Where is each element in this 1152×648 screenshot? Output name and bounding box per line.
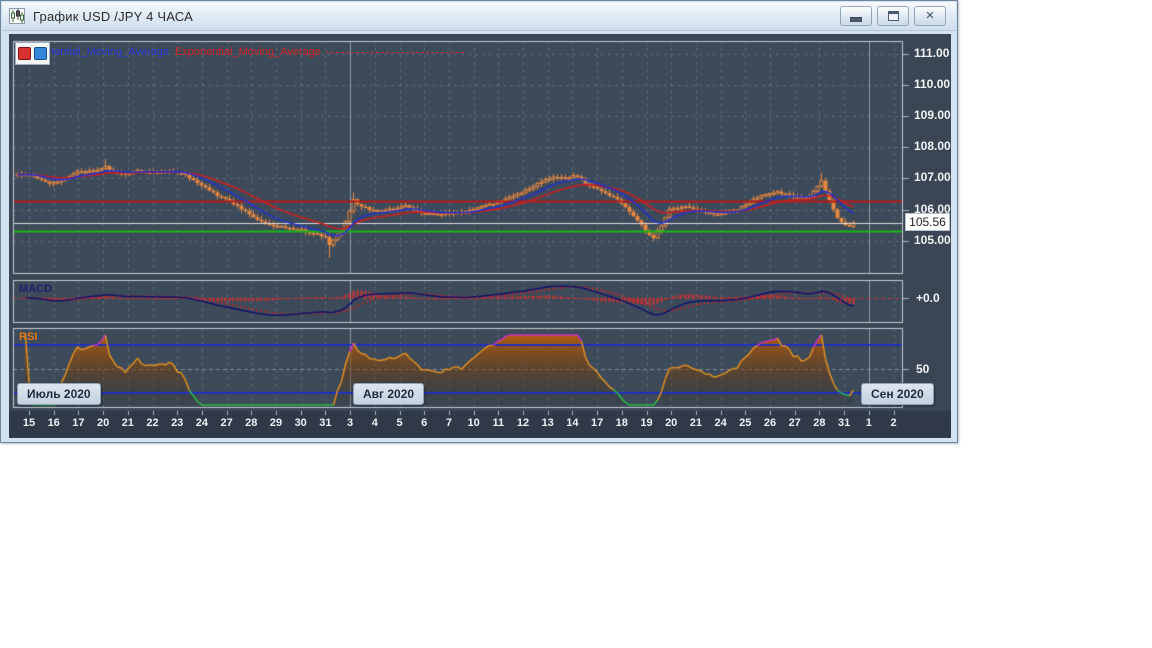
minimize-button[interactable] xyxy=(840,6,872,26)
candlestick-chart-icon xyxy=(9,8,25,24)
desktop: { "window": { "title": "График USD /JPY … xyxy=(0,0,1152,648)
close-button[interactable]: ✕ xyxy=(914,6,946,26)
close-icon: ✕ xyxy=(925,9,935,22)
restore-button[interactable] xyxy=(877,6,909,26)
restore-icon xyxy=(887,11,899,21)
chart-window: График USD /JPY 4 ЧАСА ✕ Exponential_Mov… xyxy=(0,0,958,443)
chart-client: Exponential_Moving_Average Exponential_M… xyxy=(9,34,951,438)
window-controls: ✕ xyxy=(840,6,946,26)
titlebar[interactable]: График USD /JPY 4 ЧАСА ✕ xyxy=(2,2,956,31)
window-title: График USD /JPY 4 ЧАСА xyxy=(33,8,193,24)
minimize-icon xyxy=(850,16,862,22)
chart-canvas[interactable] xyxy=(9,34,951,438)
